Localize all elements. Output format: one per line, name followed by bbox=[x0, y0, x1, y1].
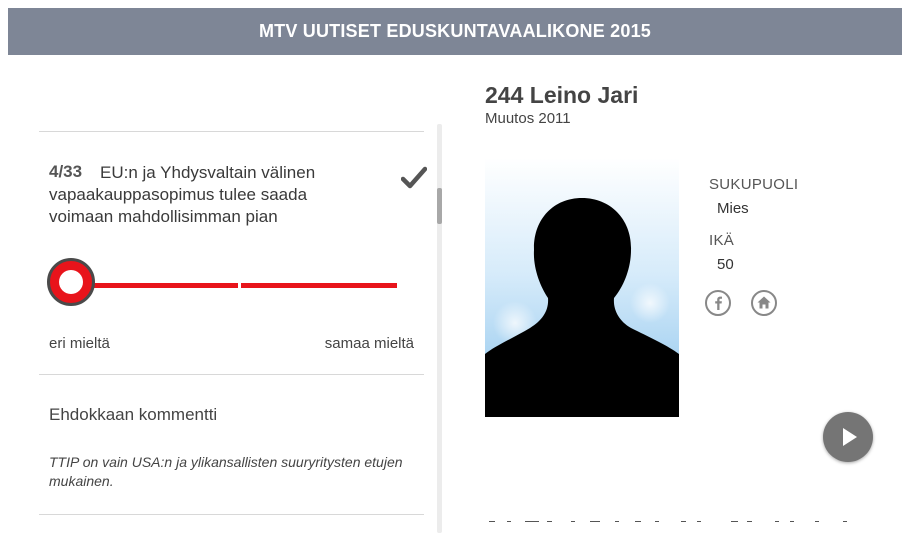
slider-track-right[interactable] bbox=[241, 283, 397, 288]
slider-track-left[interactable] bbox=[91, 283, 238, 288]
divider-bottom bbox=[39, 514, 424, 515]
play-icon bbox=[843, 428, 857, 446]
divider-top bbox=[39, 131, 424, 132]
candidate-name: 244 Leino Jari bbox=[485, 82, 639, 108]
home-icon[interactable] bbox=[751, 290, 777, 316]
divider-middle bbox=[39, 374, 424, 375]
clipped-text-glyphs bbox=[489, 521, 847, 522]
scale-label-disagree: eri mieltä bbox=[49, 335, 110, 352]
app-title: MTV UUTISET EDUSKUNTAVAALIKONE 2015 bbox=[258, 21, 652, 41]
comment-title: Ehdokkaan kommentti bbox=[49, 405, 218, 424]
candidate-party: Muutos 2011 bbox=[485, 110, 571, 127]
play-button[interactable] bbox=[823, 412, 873, 462]
slider-handle[interactable] bbox=[47, 258, 95, 306]
scrollbar-thumb[interactable] bbox=[437, 188, 442, 224]
clipped-content-row bbox=[485, 512, 865, 522]
check-icon[interactable] bbox=[401, 165, 427, 191]
answer-slider[interactable] bbox=[47, 257, 397, 313]
app-header: MTV UUTISET EDUSKUNTAVAALIKONE 2015 bbox=[8, 8, 902, 55]
age-label: IKÄ bbox=[709, 232, 735, 249]
age-value: 50 bbox=[717, 256, 734, 273]
question-panel: 4/33 EU:n ja Yhdysvaltain välinen vapaak… bbox=[39, 131, 427, 533]
silhouette-image bbox=[485, 158, 679, 417]
gender-value: Mies bbox=[717, 200, 749, 217]
candidate-photo-placeholder bbox=[485, 158, 679, 417]
gender-label: SUKUPUOLI bbox=[709, 176, 799, 193]
scrollbar[interactable] bbox=[437, 124, 442, 533]
scale-label-agree: samaa mieltä bbox=[324, 335, 414, 352]
question-text: EU:n ja Yhdysvaltain välinen vapaakauppa… bbox=[49, 163, 316, 226]
comment-text: TTIP on vain USA:n ja ylikansallisten su… bbox=[49, 454, 403, 489]
facebook-icon[interactable] bbox=[705, 290, 731, 316]
